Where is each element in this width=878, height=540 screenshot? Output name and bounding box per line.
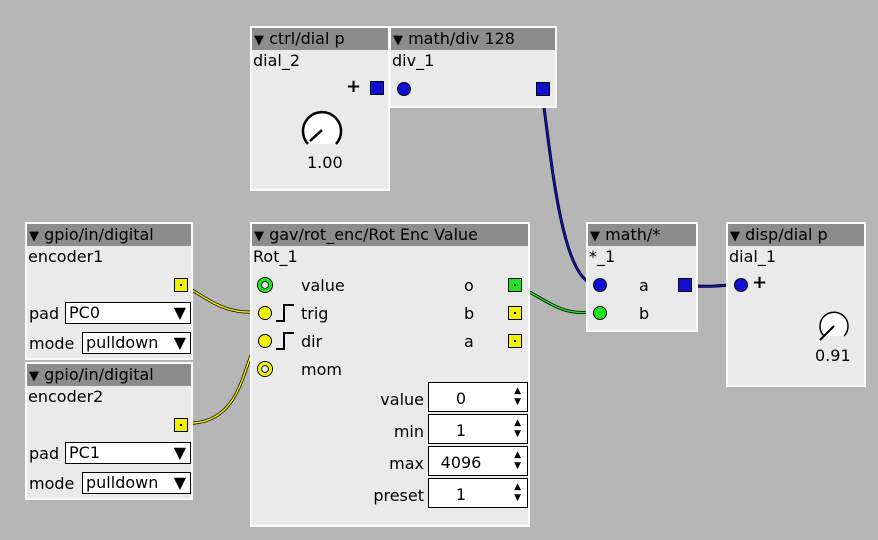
instance-name[interactable]: encoder1 <box>27 247 103 266</box>
pad-select[interactable]: PC0 ▼ <box>65 302 191 324</box>
collapse-icon[interactable]: ▼ <box>254 229 264 244</box>
spinner-arrows-icon[interactable]: ▲ ▼ <box>514 450 521 472</box>
inlet-label-a: a <box>639 276 649 295</box>
collapse-icon[interactable]: ▼ <box>29 369 39 384</box>
spinner-arrows-icon[interactable]: ▲ ▼ <box>514 482 521 504</box>
collapse-icon[interactable]: ▼ <box>730 229 740 244</box>
math-div-object[interactable]: ▼ math/div 128 div_1 <box>389 26 557 108</box>
dial-value: 0.91 <box>815 346 851 365</box>
trigger-edge-icon <box>276 332 294 350</box>
outlet-out[interactable] <box>174 418 188 432</box>
outlet-out[interactable] <box>536 82 550 96</box>
inlet-label-trig: trig <box>301 304 329 323</box>
dial-knob-icon[interactable] <box>298 106 346 154</box>
instance-name[interactable]: Rot_1 <box>252 247 298 266</box>
rot-enc-value-object[interactable]: ▼ gav/rot_enc/Rot Enc Value Rot_1 value … <box>250 222 530 527</box>
outlet-o[interactable] <box>508 278 522 292</box>
collapse-icon[interactable]: ▼ <box>29 229 39 244</box>
object-header[interactable]: ▼ ctrl/dial p <box>252 28 388 50</box>
mode-label: mode <box>29 474 75 493</box>
gpio-in-digital-object-2[interactable]: ▼ gpio/in/digital encoder2 pad PC1 ▼ mode… <box>25 362 193 500</box>
dropdown-arrow-icon: ▼ <box>173 333 186 352</box>
param-preset-field[interactable]: 1 ▲ ▼ <box>428 478 528 508</box>
param-label-min: min <box>393 422 424 441</box>
inlet-label-dir: dir <box>301 332 323 351</box>
object-header[interactable]: ▼ math/div 128 <box>391 28 555 50</box>
inlet-value[interactable] <box>258 278 272 292</box>
mode-label: mode <box>29 334 75 353</box>
inlet-trig[interactable] <box>258 306 272 320</box>
collapse-icon[interactable]: ▼ <box>393 33 403 48</box>
spinner-arrows-icon[interactable]: ▲ ▼ <box>514 386 521 408</box>
mode-select[interactable]: pulldown ▼ <box>82 472 191 494</box>
inlet-label-value: value <box>301 276 345 295</box>
outlet-b[interactable] <box>508 306 522 320</box>
outlet-label-a: a <box>464 332 474 351</box>
inlet-a[interactable] <box>593 278 607 292</box>
collapse-icon[interactable]: ▼ <box>254 33 264 48</box>
display-dial-icon <box>819 311 849 341</box>
object-header[interactable]: ▼ gpio/in/digital <box>27 364 191 386</box>
outlet-label-o: o <box>464 276 474 295</box>
dropdown-arrow-icon: ▼ <box>173 473 186 492</box>
object-header[interactable]: ▼ gav/rot_enc/Rot Enc Value <box>252 224 528 246</box>
inlet-label-mom: mom <box>301 360 342 379</box>
plus-icon: + <box>346 76 362 97</box>
dropdown-arrow-icon: ▼ <box>173 303 186 322</box>
outlet-out[interactable] <box>174 278 188 292</box>
object-header[interactable]: ▼ gpio/in/digital <box>27 224 191 246</box>
collapse-icon[interactable]: ▼ <box>590 229 600 244</box>
inlet-in[interactable] <box>734 278 748 292</box>
mode-select[interactable]: pulldown ▼ <box>82 332 191 354</box>
disp-dial-object[interactable]: ▼ disp/dial p dial_1 + 0.91 <box>726 222 866 387</box>
param-label-value: value <box>380 390 424 409</box>
outlet-a[interactable] <box>508 334 522 348</box>
instance-name[interactable]: encoder2 <box>27 387 103 406</box>
param-label-max: max <box>389 454 424 473</box>
inlet-dir[interactable] <box>258 334 272 348</box>
param-label-preset: preset <box>373 486 424 505</box>
param-max-field[interactable]: 4096 ▲ ▼ <box>428 446 528 476</box>
instance-name[interactable]: dial_2 <box>252 51 300 70</box>
param-min-field[interactable]: 1 ▲ ▼ <box>428 414 528 444</box>
pad-label: pad <box>29 444 60 463</box>
instance-name[interactable]: div_1 <box>391 51 434 70</box>
inlet-b[interactable] <box>593 306 607 320</box>
inlet-mom[interactable] <box>258 362 272 376</box>
outlet-out[interactable] <box>678 278 692 292</box>
ctrl-dial-object[interactable]: ▼ ctrl/dial p dial_2 + 1.00 <box>250 26 390 191</box>
trigger-edge-icon <box>276 304 294 322</box>
dropdown-arrow-icon: ▼ <box>173 443 186 462</box>
inlet-in[interactable] <box>397 82 411 96</box>
object-header[interactable]: ▼ math/* <box>588 224 696 246</box>
object-header[interactable]: ▼ disp/dial p <box>728 224 864 246</box>
outlet-out[interactable] <box>370 81 384 95</box>
instance-name[interactable]: dial_1 <box>728 247 776 266</box>
inlet-label-b: b <box>639 304 650 323</box>
pad-label: pad <box>29 304 60 323</box>
param-value-field[interactable]: 0 ▲ ▼ <box>428 382 528 412</box>
instance-name[interactable]: *_1 <box>588 247 615 266</box>
plus-icon: + <box>752 272 768 293</box>
outlet-label-b: b <box>464 304 475 323</box>
pad-select[interactable]: PC1 ▼ <box>65 442 191 464</box>
dial-value: 1.00 <box>307 153 343 172</box>
math-multiply-object[interactable]: ▼ math/* *_1 a b <box>586 222 698 332</box>
spinner-arrows-icon[interactable]: ▲ ▼ <box>514 418 521 440</box>
gpio-in-digital-object-1[interactable]: ▼ gpio/in/digital encoder1 pad PC0 ▼ mode… <box>25 222 193 360</box>
